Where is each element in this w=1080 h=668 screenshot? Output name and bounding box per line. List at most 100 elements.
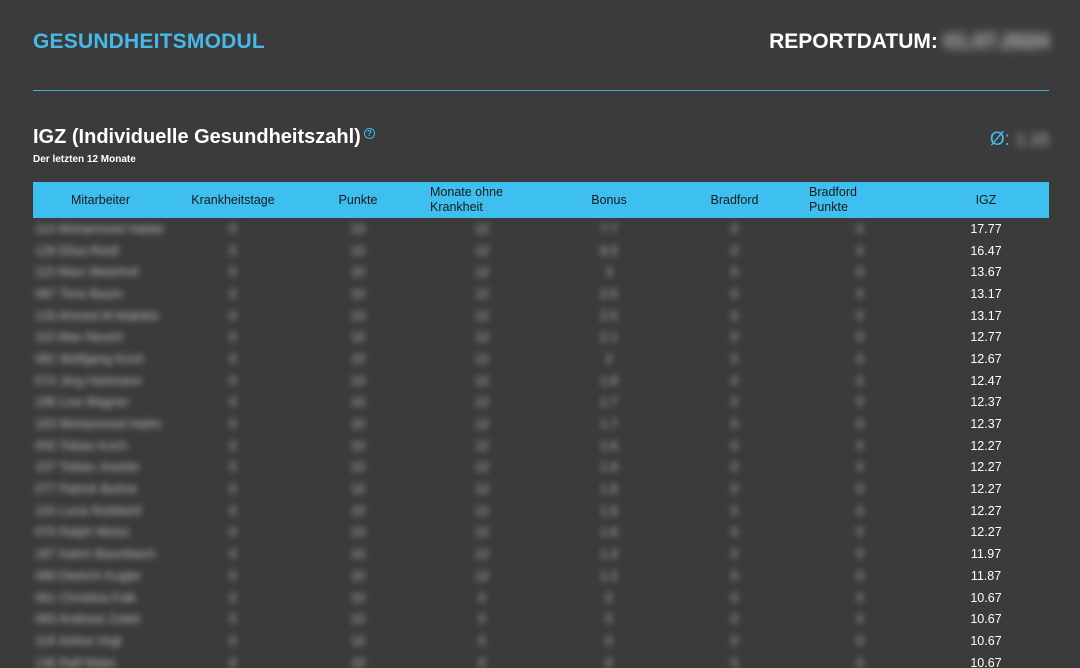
table-row[interactable]: 070 Ralph Weiss 0 10 12 1.6 0 0 12.27	[33, 522, 1049, 544]
table-row[interactable]: 061 Christina Falk 0 10 0 0 0 0 10.67	[33, 587, 1049, 609]
cell-mitarbeiter: 116 Lucia Rothkehl	[35, 503, 142, 518]
column-header-line: Monate ohne	[430, 185, 503, 199]
cell-monate-ohne-krankheit: 12	[475, 373, 489, 388]
table-row[interactable]: 115 Marc Meierhof 0 10 12 3 0 0 13.67	[33, 261, 1049, 283]
cell-mitarbeiter: 133 Ahmed Al-Makdisi	[35, 308, 159, 323]
table-row[interactable]: 136 Ralf Maier 0 10 0 0 0 0 10.67	[33, 652, 1049, 668]
cell-krankheitstage: 0	[229, 590, 237, 605]
cell-igz: 12.77	[970, 330, 1002, 345]
cell-bradford-punkte: 0	[856, 243, 864, 258]
table-header-row: Mitarbeiter Krankheitstage Punkte Monate oh…	[33, 182, 1049, 218]
cell-krankheitstage: 0	[229, 265, 237, 280]
cell-bradford: 0	[731, 612, 738, 627]
cell-mitarbeiter: 114 Mohammed Haider	[35, 221, 165, 236]
cell-monate-ohne-krankheit: 12	[475, 460, 489, 475]
table-row[interactable]: 128 Elisa Riedl 0 10 12 6.5 0 0 16.47	[33, 240, 1049, 262]
table-row[interactable]: 116 Lucia Rothkehl 0 10 12 1.6 0 0 12.27	[33, 500, 1049, 522]
cell-bradford: 0	[731, 590, 738, 605]
cell-bradford-punkte: 0	[856, 221, 864, 236]
cell-punkte: 10	[351, 547, 365, 562]
cell-bradford: 0	[731, 373, 738, 388]
cell-mitarbeiter: 115 Marc Meierhof	[35, 265, 139, 280]
column-header-punkte[interactable]: Punkte	[298, 182, 418, 218]
cell-krankheitstage: 0	[229, 525, 237, 540]
cell-igz: 10.67	[970, 590, 1002, 605]
cell-monate-ohne-krankheit: 0	[478, 633, 486, 648]
column-header-igz[interactable]: IGZ	[923, 182, 1049, 218]
report-date: REPORTDATUM: 01.07.2024	[769, 30, 1049, 54]
section-title-text: IGZ (Individuelle Gesundheitszahl)	[33, 126, 361, 148]
cell-igz: 12.27	[970, 503, 1002, 518]
cell-punkte: 10	[351, 286, 365, 301]
cell-krankheitstage: 0	[229, 395, 237, 410]
cell-punkte: 10	[351, 590, 365, 605]
table-row[interactable]: 163 Mohammed Hatim 0 10 12 1.7 0 0 12.37	[33, 413, 1049, 435]
cell-bonus: 0	[605, 655, 613, 668]
cell-mitarbeiter: 163 Mohammed Hatim	[35, 417, 162, 432]
cell-punkte: 10	[351, 525, 365, 540]
cell-mitarbeiter: 087 Timo Baum	[35, 286, 123, 301]
table-row[interactable]: 081 Wolfgang Koch 0 10 12 2 0 0 12.67	[33, 348, 1049, 370]
cell-bradford: 0	[731, 655, 738, 668]
cell-krankheitstage: 0	[229, 503, 237, 518]
cell-punkte: 10	[351, 265, 365, 280]
average-value: 1.15	[1015, 130, 1049, 149]
table-row[interactable]: 196 Lisa Wagner 0 10 12 1.7 0 0 12.37	[33, 392, 1049, 414]
cell-bradford-punkte: 0	[856, 482, 864, 497]
cell-bradford: 0	[731, 460, 738, 475]
cell-bradford-punkte: 0	[856, 655, 864, 668]
cell-mitarbeiter: 089 Dietrich Kugler	[35, 568, 142, 583]
column-header-mitarbeiter[interactable]: Mitarbeiter	[33, 182, 168, 218]
column-header-bonus[interactable]: Bonus	[546, 182, 672, 218]
help-icon[interactable]: ?	[363, 128, 375, 139]
cell-monate-ohne-krankheit: 0	[478, 655, 486, 668]
cell-igz: 12.27	[970, 525, 1002, 540]
table-row[interactable]: 089 Dietrich Kugler 0 10 12 1.2 0 0 11.87	[33, 565, 1049, 587]
cell-mitarbeiter: 128 Elisa Riedl	[35, 243, 119, 258]
cell-bradford-punkte: 0	[856, 633, 864, 648]
cell-bonus: 0	[605, 612, 613, 627]
cell-igz: 10.67	[970, 655, 1002, 668]
table-row[interactable]: 110 Max Neuert 0 10 12 2.1 0 0 12.77	[33, 326, 1049, 348]
cell-krankheitstage: 0	[229, 460, 237, 475]
cell-igz: 13.17	[970, 286, 1002, 301]
cell-mitarbeiter: 081 Wolfgang Koch	[35, 351, 144, 366]
table-row[interactable]: 107 Tobias Joseter 0 10 12 1.6 0 0 12.27	[33, 457, 1049, 479]
cell-monate-ohne-krankheit: 12	[475, 286, 489, 301]
column-header-bradford-punkte[interactable]: Bradford Punkte	[797, 182, 923, 218]
cell-bonus: 1.6	[600, 482, 618, 497]
column-header-monate-ohne-krankheit[interactable]: Monate ohne Krankheit	[418, 182, 546, 218]
cell-igz: 12.37	[970, 417, 1002, 432]
cell-bonus: 1.2	[600, 568, 618, 583]
cell-monate-ohne-krankheit: 12	[475, 221, 489, 236]
cell-bradford-punkte: 0	[856, 438, 864, 453]
table-row[interactable]: 077 Patrick Buhne 0 10 12 1.6 0 0 12.27	[33, 478, 1049, 500]
cell-monate-ohne-krankheit: 12	[475, 308, 489, 323]
table-row[interactable]: 087 Timo Baum 0 10 12 2.5 0 0 13.17	[33, 283, 1049, 305]
table-row[interactable]: 050 Tobias Koch 0 10 12 1.6 0 0 12.27	[33, 435, 1049, 457]
cell-igz: 11.87	[970, 568, 1002, 583]
cell-mitarbeiter: 083 Andreas Zobel	[35, 612, 140, 627]
cell-punkte: 10	[351, 243, 365, 258]
header-divider	[33, 90, 1049, 91]
table-row[interactable]: 118 Selina Vogt 0 10 0 0 0 0 10.67	[33, 630, 1049, 652]
cell-krankheitstage: 0	[229, 221, 237, 236]
column-header-line: Bonus	[591, 192, 627, 207]
column-header-krankheitstage[interactable]: Krankheitstage	[168, 182, 298, 218]
cell-igz: 12.47	[970, 373, 1002, 388]
table-row[interactable]: 114 Mohammed Haider 0 10 12 7.7 0 0 17.77	[33, 218, 1049, 240]
cell-igz: 12.37	[970, 395, 1002, 410]
table-row[interactable]: 083 Andreas Zobel 0 10 0 0 0 0 10.67	[33, 608, 1049, 630]
cell-bradford: 0	[731, 633, 738, 648]
table-body: 114 Mohammed Haider 0 10 12 7.7 0 0 17.77 128 El…	[33, 218, 1049, 668]
table-row[interactable]: 133 Ahmed Al-Makdisi 0 10 12 2.5 0 0 13.17	[33, 305, 1049, 327]
cell-monate-ohne-krankheit: 12	[475, 525, 489, 540]
cell-punkte: 10	[351, 330, 365, 345]
table-row[interactable]: 187 Katrin Baumbach 0 10 12 1.3 0 0 11.97	[33, 543, 1049, 565]
cell-bradford-punkte: 0	[856, 590, 864, 605]
cell-bonus: 1.6	[600, 525, 618, 540]
table-row[interactable]: 074 Jörg Hartmann 0 10 12 1.8 0 0 12.47	[33, 370, 1049, 392]
cell-monate-ohne-krankheit: 0	[478, 612, 486, 627]
cell-punkte: 10	[351, 351, 365, 366]
column-header-bradford[interactable]: Bradford	[672, 182, 797, 218]
